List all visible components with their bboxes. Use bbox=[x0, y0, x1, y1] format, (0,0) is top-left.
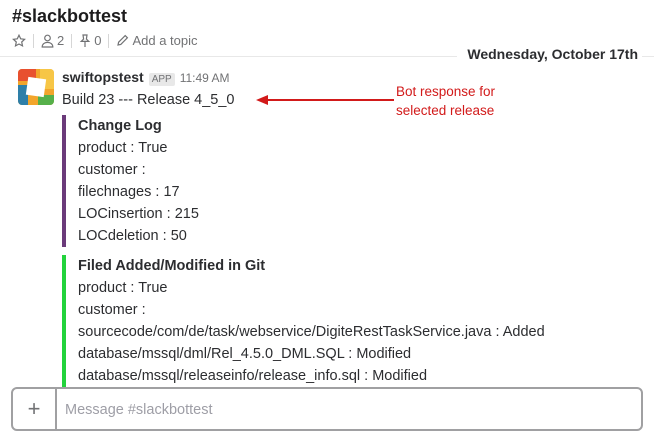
add-topic-button[interactable]: Add a topic bbox=[116, 33, 198, 48]
attachment-line: LOCinsertion : 215 bbox=[78, 206, 199, 222]
attachment-title: Change Log bbox=[78, 118, 162, 134]
attachment-line: filechnages : 17 bbox=[78, 184, 180, 200]
channel-meta: 2 0 Add a topic bbox=[12, 33, 198, 48]
plus-icon: + bbox=[27, 396, 41, 421]
attachment-change-log: Change Log product : True customer : fil… bbox=[62, 115, 199, 247]
add-topic-label: Add a topic bbox=[132, 33, 198, 48]
meta-divider bbox=[108, 33, 110, 48]
attachment-line: customer : bbox=[78, 162, 146, 178]
pins-count: 0 bbox=[94, 33, 102, 48]
attachment-line: product : True bbox=[78, 280, 168, 296]
message-text: Build 23 --- Release 4_5_0 bbox=[62, 92, 235, 108]
message-header: swiftopstest APP 11:49 AM bbox=[62, 69, 230, 86]
star-button[interactable] bbox=[12, 33, 26, 48]
attach-button[interactable]: + bbox=[13, 389, 57, 429]
avatar[interactable] bbox=[18, 69, 54, 105]
attachment-line: customer : bbox=[78, 302, 146, 318]
pin-icon bbox=[79, 33, 91, 48]
message-input[interactable] bbox=[63, 398, 627, 422]
person-icon bbox=[41, 34, 54, 48]
attachment-line: LOCdeletion : 50 bbox=[78, 228, 187, 244]
meta-divider bbox=[71, 33, 73, 48]
star-icon bbox=[12, 33, 26, 48]
attachment-line: database/mssql/releaseinfo/release_info.… bbox=[78, 368, 428, 384]
attachment-line: sourcecode/com/de/task/webservice/Digite… bbox=[78, 324, 545, 340]
app-badge: APP bbox=[148, 73, 175, 86]
attachment-git-files: Filed Added/Modified in Git product : Tr… bbox=[62, 255, 545, 387]
pencil-icon bbox=[116, 34, 129, 47]
message-username[interactable]: swiftopstest bbox=[62, 69, 144, 85]
members-button[interactable]: 2 bbox=[41, 33, 64, 48]
annotation-line: Bot response for bbox=[396, 84, 496, 99]
attachment-line: database/mssql/dml/Rel_4.5.0_DML.SQL : M… bbox=[78, 346, 412, 362]
message-timestamp[interactable]: 11:49 AM bbox=[180, 71, 230, 85]
attachment-title: Filed Added/Modified in Git bbox=[78, 258, 266, 274]
meta-divider bbox=[33, 33, 34, 48]
annotation-text: Bot response for selected release bbox=[396, 82, 495, 120]
members-count: 2 bbox=[57, 33, 65, 48]
channel-title[interactable]: #slackbottest bbox=[12, 6, 127, 27]
day-divider-label[interactable]: Wednesday, October 17th bbox=[457, 46, 642, 62]
attachment-line: product : True bbox=[78, 140, 168, 156]
message-composer: + bbox=[11, 387, 643, 431]
annotation-arrow bbox=[256, 95, 394, 105]
annotation-line: selected release bbox=[396, 103, 495, 118]
pins-button[interactable]: 0 bbox=[79, 33, 101, 48]
